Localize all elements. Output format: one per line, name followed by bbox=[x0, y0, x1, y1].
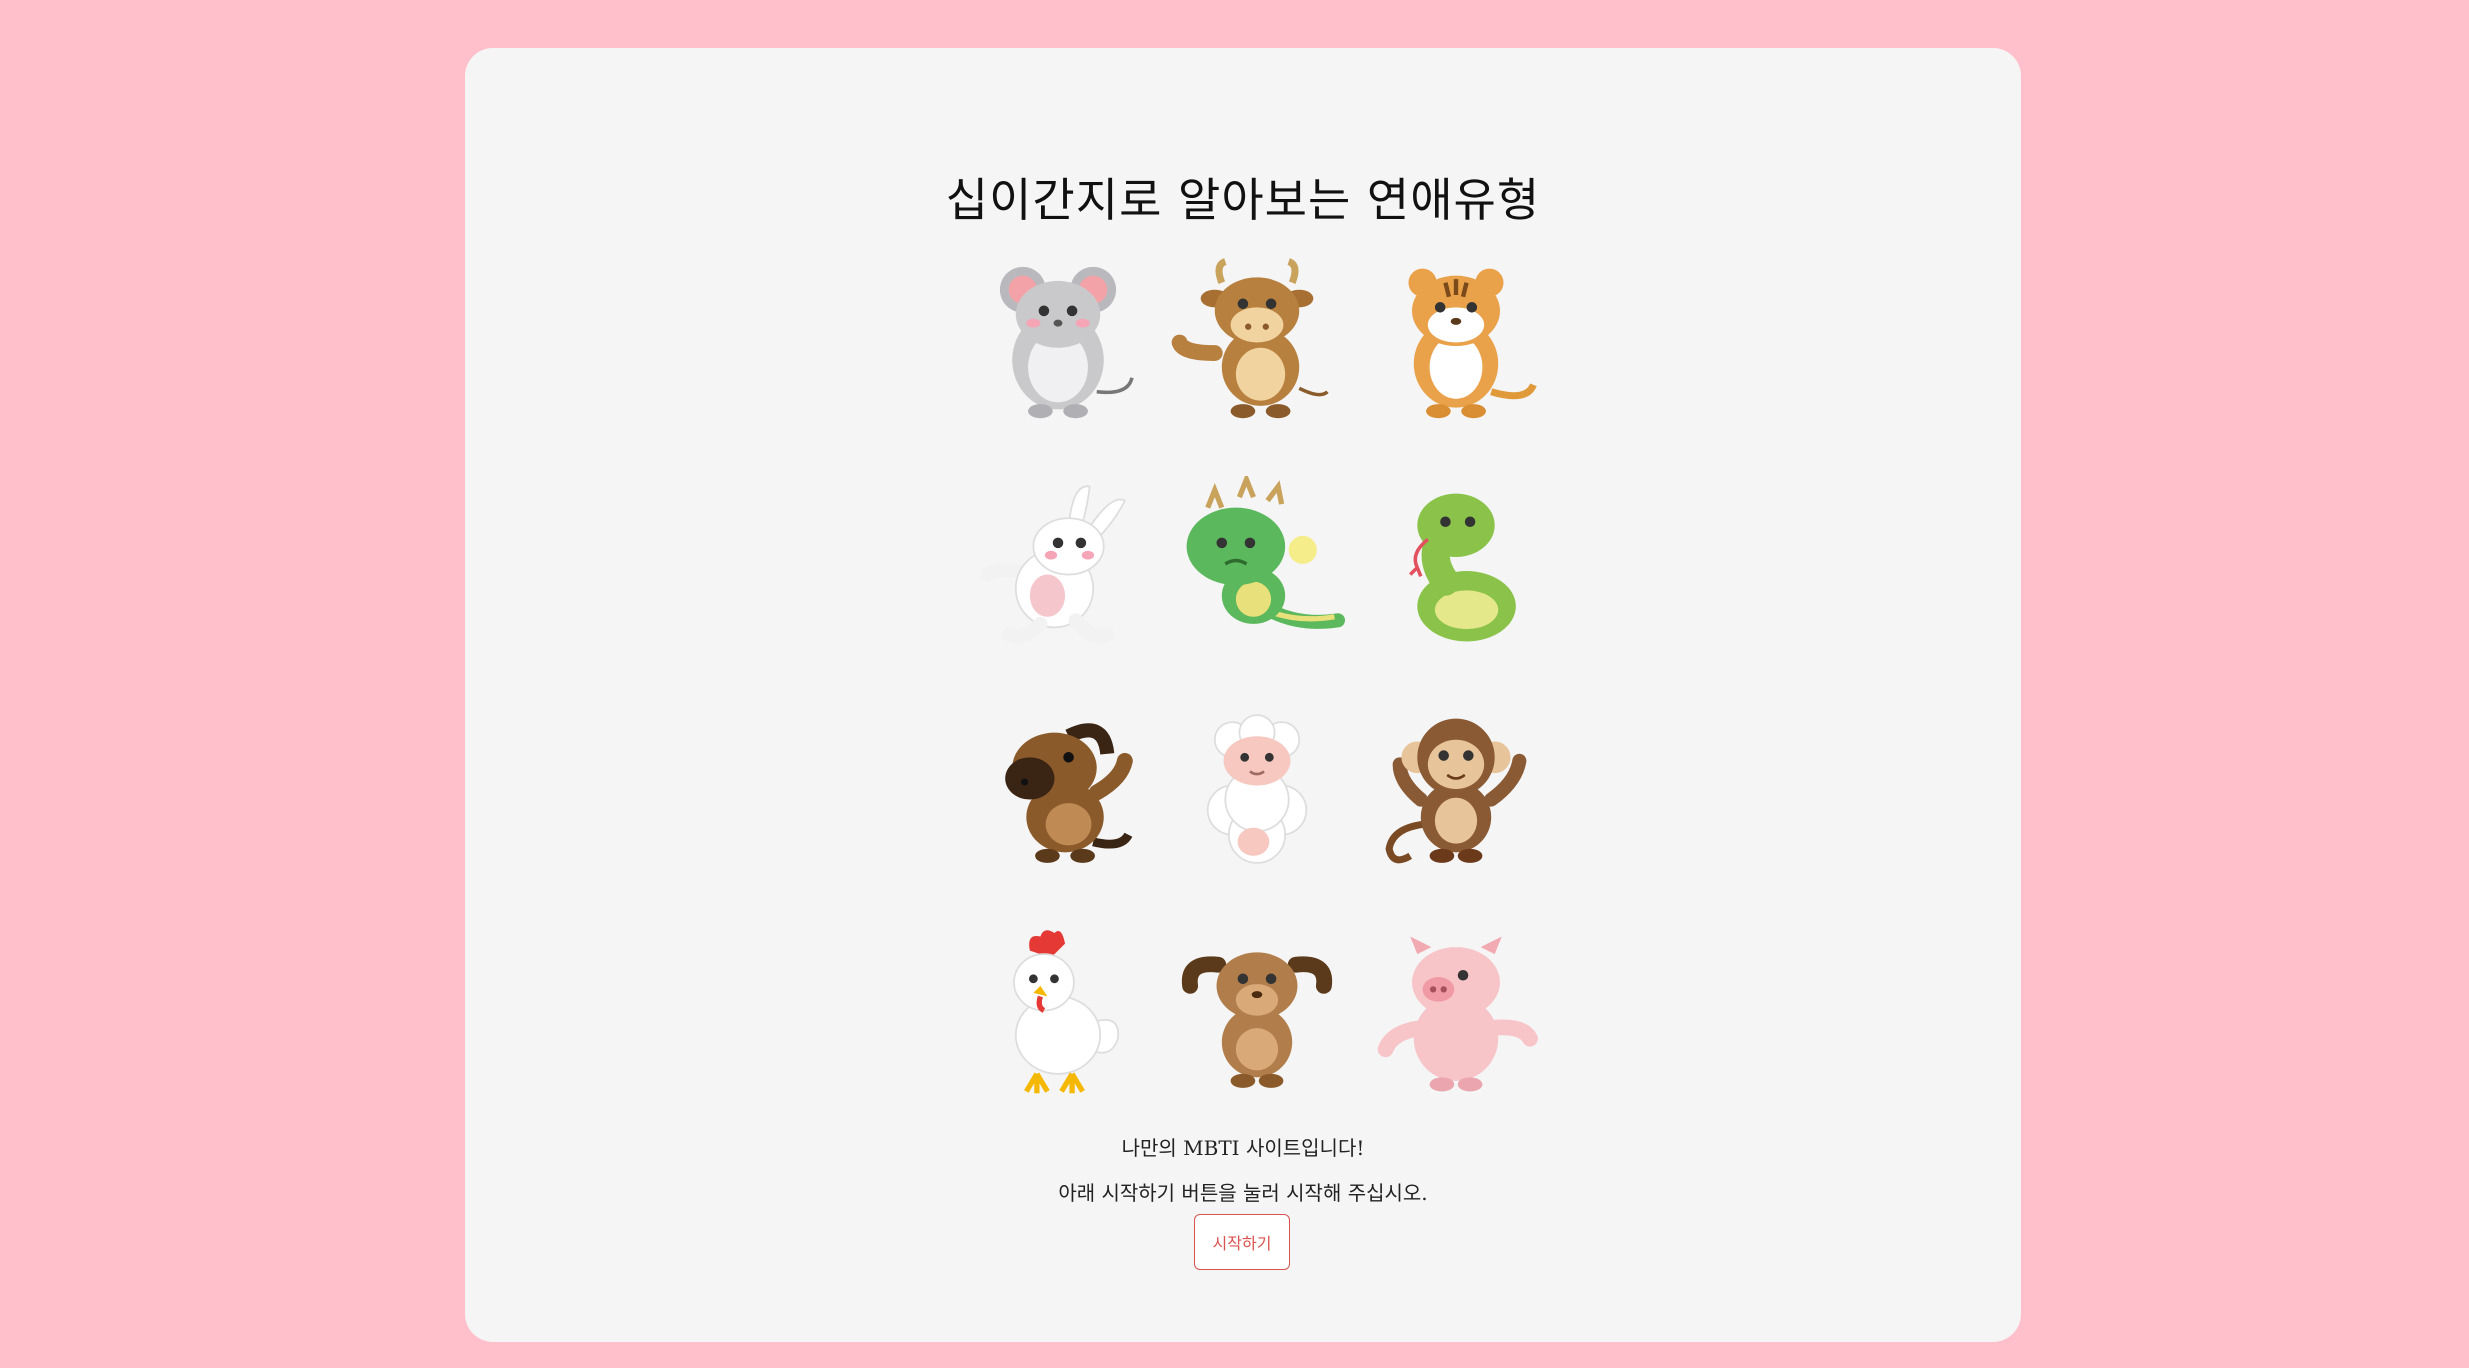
zodiac-cell-rabbit bbox=[958, 451, 1157, 676]
intro-text: 나만의 MBTI 사이트입니다! bbox=[1121, 1136, 1365, 1160]
rat-icon bbox=[999, 266, 1134, 418]
tiger-icon bbox=[1408, 268, 1538, 418]
rooster-icon bbox=[1012, 929, 1119, 1093]
dragon-icon bbox=[1186, 475, 1345, 629]
zodiac-cell-pig bbox=[1357, 901, 1556, 1126]
zodiac-cell-ox bbox=[1157, 226, 1356, 451]
instruction-text: 아래 시작하기 버튼을 눌러 시작해 주십시오. bbox=[1058, 1181, 1428, 1205]
horse-icon bbox=[1004, 722, 1133, 863]
monkey-icon bbox=[1385, 718, 1527, 863]
pig-icon bbox=[1377, 936, 1539, 1091]
zodiac-cell-horse bbox=[958, 676, 1157, 901]
sheep-icon bbox=[1206, 713, 1308, 864]
zodiac-cell-snake bbox=[1357, 451, 1556, 676]
zodiac-cell-rat bbox=[958, 226, 1157, 451]
zodiac-cell-rooster bbox=[958, 901, 1157, 1126]
dog-icon bbox=[1181, 951, 1333, 1088]
snake-icon bbox=[1409, 493, 1517, 641]
zodiac-cell-monkey bbox=[1357, 676, 1556, 901]
zodiac-cell-sheep bbox=[1157, 676, 1356, 901]
page-title: 십이간지로 알아보는 연애유형 bbox=[945, 173, 1541, 227]
ox-icon bbox=[1171, 257, 1329, 418]
start-button[interactable]: 시작하기 bbox=[1194, 1214, 1290, 1270]
main-card: 십이간지로 알아보는 연애유형 나만의 MBTI 사이트입니다! 아래 시작하기… bbox=[465, 48, 2021, 1342]
zodiac-cell-dragon bbox=[1157, 451, 1356, 676]
rabbit-icon bbox=[980, 485, 1126, 643]
zodiac-cell-tiger bbox=[1357, 226, 1556, 451]
zodiac-cell-dog bbox=[1157, 901, 1356, 1126]
zodiac-grid bbox=[958, 226, 1556, 1126]
